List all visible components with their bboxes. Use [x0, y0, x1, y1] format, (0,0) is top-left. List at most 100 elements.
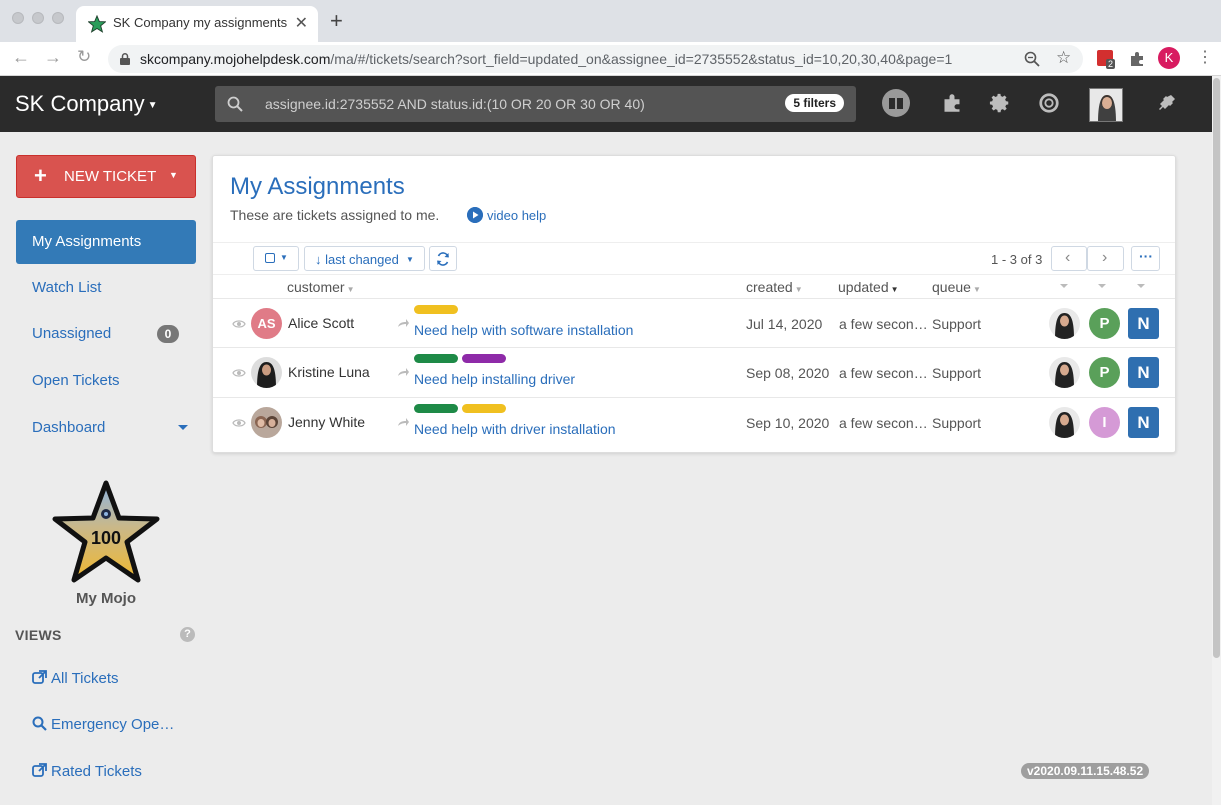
priority-badge[interactable]: I: [1089, 407, 1120, 438]
forward-arrow-icon[interactable]: →: [44, 47, 62, 68]
play-circle-icon[interactable]: [467, 207, 483, 223]
ellipsis-icon: ···: [1139, 248, 1153, 264]
filters-badge[interactable]: 5 filters: [785, 94, 844, 112]
eye-icon[interactable]: [232, 418, 246, 428]
view-all-tickets[interactable]: All Tickets: [32, 670, 119, 687]
customer-avatar: AS: [251, 308, 282, 339]
reload-icon[interactable]: ↻: [77, 47, 91, 67]
tab-close-icon[interactable]: ✕: [295, 13, 308, 33]
sidebar-item-dashboard[interactable]: Dashboard: [16, 406, 196, 450]
status-badge[interactable]: N: [1128, 407, 1159, 438]
ticket-subject-link[interactable]: Need help with driver installation: [414, 421, 616, 437]
page-scrollbar-thumb[interactable]: [1213, 78, 1220, 658]
status-badge[interactable]: N: [1128, 357, 1159, 388]
ticket-queue: Support: [932, 316, 982, 332]
zoom-icon[interactable]: [1024, 51, 1040, 67]
refresh-button[interactable]: [429, 246, 457, 271]
column-header-created[interactable]: created ▼: [746, 279, 803, 295]
company-switcher[interactable]: SK Company ▼: [15, 91, 158, 117]
chevron-right-icon: ›: [1102, 249, 1108, 266]
search-icon: [32, 716, 47, 731]
settings-gear-icon[interactable]: [989, 92, 1011, 114]
next-page-button[interactable]: ›: [1087, 246, 1124, 271]
customer-name[interactable]: Alice Scott: [288, 315, 354, 331]
bookmark-star-icon[interactable]: ☆: [1056, 48, 1071, 68]
eye-icon[interactable]: [232, 368, 246, 378]
extensions-puzzle-icon[interactable]: [1129, 51, 1145, 67]
sort-caret-icon: ▼: [794, 285, 803, 294]
chevron-left-icon: ‹: [1065, 249, 1071, 266]
ticket-row[interactable]: Kristine Luna Need help installing drive…: [213, 347, 1175, 397]
search-icon: [227, 96, 243, 112]
customer-name[interactable]: Jenny White: [288, 414, 365, 430]
window-zoom-button[interactable]: [52, 12, 64, 24]
browser-tab[interactable]: SK Company my assignments ✕: [76, 6, 318, 42]
knowledge-base-icon[interactable]: [881, 88, 911, 118]
sidebar-item-open-tickets[interactable]: Open Tickets: [16, 359, 196, 403]
new-tab-button[interactable]: +: [330, 8, 343, 34]
chevron-down-icon: ▼: [147, 99, 158, 111]
new-ticket-label: NEW TICKET: [64, 168, 157, 185]
sidebar-item-my-assignments[interactable]: My Assignments: [16, 220, 196, 264]
sidebar-item-unassigned[interactable]: Unassigned 0: [16, 312, 196, 356]
window-close-button[interactable]: [12, 12, 24, 24]
priority-badge[interactable]: P: [1089, 357, 1120, 388]
ticket-subject-link[interactable]: Need help with software installation: [414, 322, 633, 338]
plug-icon[interactable]: [1157, 93, 1177, 113]
column-header-queue[interactable]: queue ▼: [932, 279, 981, 295]
column-menu-caret-icon[interactable]: [1060, 284, 1068, 288]
previous-page-button[interactable]: ‹: [1051, 246, 1087, 271]
new-ticket-button[interactable]: + NEW TICKET ▼: [16, 155, 196, 198]
question-circle-icon[interactable]: ?: [180, 627, 195, 642]
ticket-search[interactable]: assignee.id:2735552 AND status.id:(10 OR…: [215, 86, 856, 122]
ticket-tag[interactable]: [414, 305, 458, 314]
ticket-tag[interactable]: [462, 354, 506, 363]
video-help-link[interactable]: video help: [487, 208, 546, 223]
integrations-puzzle-icon[interactable]: [942, 93, 962, 113]
external-link-icon: [32, 670, 47, 684]
profile-avatar[interactable]: K: [1158, 47, 1180, 69]
customer-photo-icon: [251, 357, 282, 388]
sidebar-item-watch-list[interactable]: Watch List: [16, 266, 196, 310]
view-emergency-ope[interactable]: Emergency Ope…: [32, 716, 174, 733]
sidebar-item-label: Watch List: [32, 279, 102, 296]
address-bar[interactable]: skcompany.mojohelpdesk.com/ma/#/tickets/…: [108, 45, 1083, 73]
help-lifebuoy-icon[interactable]: [1038, 92, 1060, 114]
column-header-updated[interactable]: updated ▼: [838, 279, 899, 295]
agent-avatar[interactable]: [1049, 407, 1080, 438]
column-header-customer[interactable]: customer ▼: [287, 279, 355, 295]
my-mojo-widget[interactable]: 100 My Mojo: [50, 480, 162, 610]
ticket-tag[interactable]: [414, 354, 458, 363]
browser-menu-icon[interactable]: ⋮: [1197, 47, 1213, 67]
browser-toolbar: ← → ↻ skcompany.mojohelpdesk.com/ma/#/ti…: [0, 42, 1221, 76]
status-badge[interactable]: N: [1128, 308, 1159, 339]
reply-arrow-icon: [398, 418, 409, 426]
agent-avatar[interactable]: [1049, 357, 1080, 388]
user-avatar[interactable]: [1089, 88, 1123, 122]
back-arrow-icon[interactable]: ←: [12, 47, 30, 68]
agent-avatar[interactable]: [1049, 308, 1080, 339]
window-minimize-button[interactable]: [32, 12, 44, 24]
priority-badge[interactable]: P: [1089, 308, 1120, 339]
views-heading: VIEWS: [15, 627, 62, 643]
ticket-tag[interactable]: [414, 404, 458, 413]
select-all-dropdown[interactable]: ▼: [253, 246, 299, 271]
ticket-queue: Support: [932, 415, 982, 431]
column-label: updated: [838, 279, 889, 295]
version-label: v2020.09.11.15.48.52: [1021, 763, 1150, 779]
ticket-row[interactable]: AS Alice Scott Need help with software i…: [213, 298, 1175, 348]
ticket-row[interactable]: Jenny White Need help with driver instal…: [213, 397, 1175, 447]
view-rated-tickets[interactable]: Rated Tickets: [32, 763, 142, 780]
column-menu-caret-icon[interactable]: [1137, 284, 1145, 288]
column-menu-caret-icon[interactable]: [1098, 284, 1106, 288]
customer-name[interactable]: Kristine Luna: [288, 364, 370, 380]
agent-photo-icon: [1049, 357, 1080, 388]
eye-icon[interactable]: [232, 319, 246, 329]
more-actions-button[interactable]: ···: [1131, 246, 1160, 271]
tab-title: SK Company my assignments: [113, 15, 288, 30]
sort-dropdown[interactable]: ↓ last changed ▼: [304, 246, 425, 271]
chevron-down-icon: [178, 425, 188, 430]
lock-icon: [120, 53, 130, 65]
ticket-tag[interactable]: [462, 404, 506, 413]
ticket-subject-link[interactable]: Need help installing driver: [414, 371, 575, 387]
